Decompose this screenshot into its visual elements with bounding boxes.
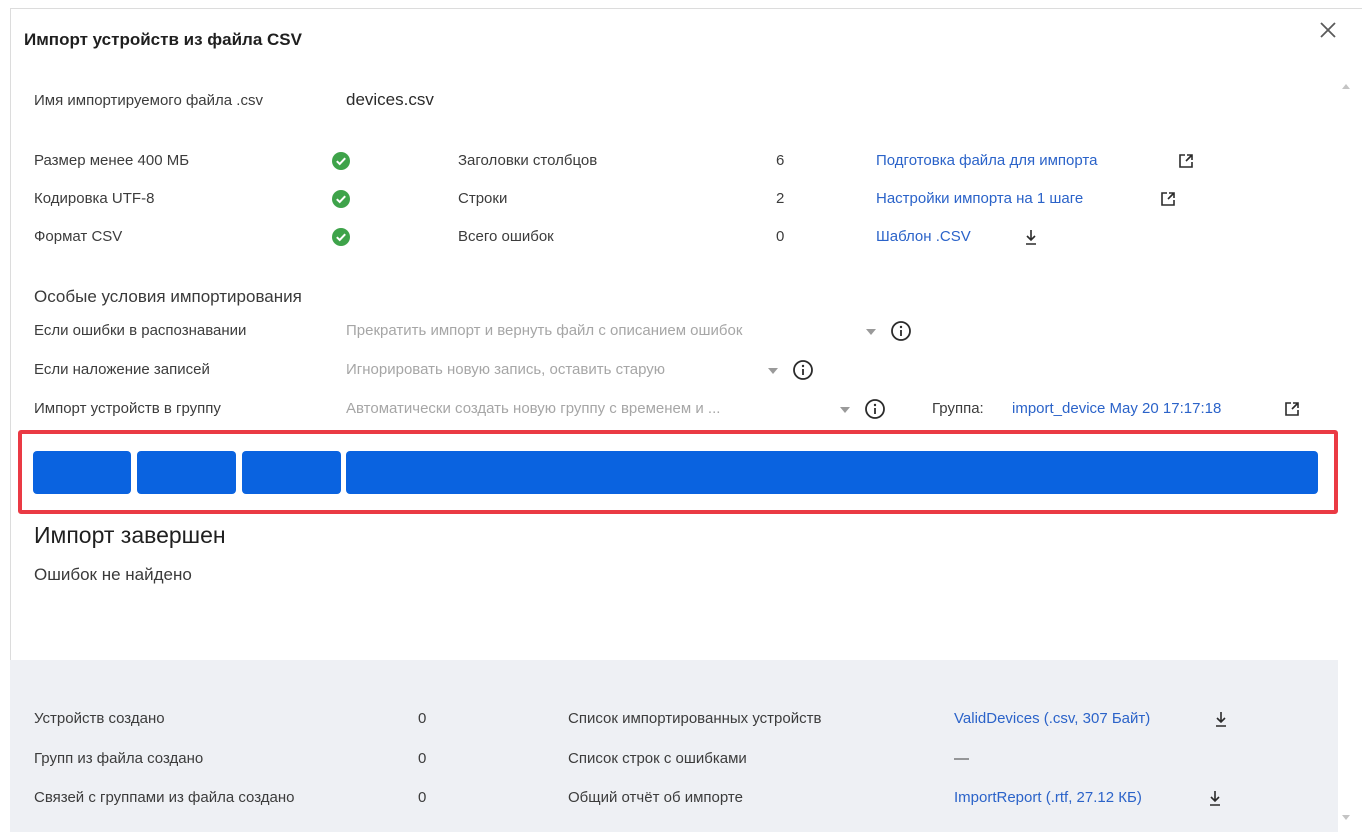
- chevron-down-icon[interactable]: [768, 368, 778, 374]
- condition-select-recognition[interactable]: Прекратить импорт и вернуть файл с описа…: [346, 322, 742, 339]
- progress-segment: [137, 451, 236, 494]
- check-circle-icon: [332, 228, 350, 246]
- check-label-encoding: Кодировка UTF-8: [34, 190, 155, 207]
- conditions-heading: Особые условия импортирования: [34, 287, 302, 306]
- stat-label-errors: Всего ошибок: [458, 228, 554, 245]
- link-import-settings[interactable]: Настройки импорта на 1 шаге: [876, 190, 1083, 207]
- summary-count-value-links: 0: [418, 789, 427, 806]
- file-name-value: devices.csv: [346, 90, 434, 109]
- check-circle-icon: [332, 152, 350, 170]
- dialog-title: Импорт устройств из файла CSV: [24, 30, 302, 49]
- close-icon[interactable]: [1316, 18, 1340, 42]
- stat-value-errors: 0: [776, 228, 785, 245]
- file-name-label: Имя импортируемого файла .csv: [34, 92, 263, 109]
- stat-label-rows: Строки: [458, 190, 508, 207]
- summary-count-value-groups: 0: [418, 750, 427, 767]
- group-link[interactable]: import_device May 20 17:17:18: [1012, 400, 1221, 417]
- summary-count-label-devices: Устройств создано: [34, 710, 165, 727]
- summary-file-label-report: Общий отчёт об импорте: [568, 789, 743, 806]
- download-icon[interactable]: [1208, 790, 1222, 807]
- condition-select-overlap[interactable]: Игнорировать новую запись, оставить стар…: [346, 361, 665, 378]
- stat-value-headers: 6: [776, 152, 785, 169]
- error-rows-value: —: [954, 750, 969, 767]
- link-csv-template[interactable]: Шаблон .CSV: [876, 228, 971, 245]
- summary-file-label-errors: Список строк с ошибками: [568, 750, 747, 767]
- progress-segment: [242, 451, 341, 494]
- summary-footer: [10, 660, 1338, 832]
- summary-file-label-valid: Список импортированных устройств: [568, 710, 822, 727]
- info-icon[interactable]: [792, 359, 814, 381]
- check-label-size: Размер менее 400 МБ: [34, 152, 190, 169]
- import-report-link[interactable]: ImportReport (.rtf, 27.12 КБ): [954, 789, 1142, 806]
- stat-value-rows: 2: [776, 190, 785, 207]
- download-icon[interactable]: [1024, 229, 1038, 246]
- stat-label-headers: Заголовки столбцов: [458, 152, 598, 169]
- download-icon[interactable]: [1214, 711, 1228, 728]
- summary-count-label-links: Связей с группами из файла создано: [34, 789, 295, 806]
- chevron-down-icon[interactable]: [866, 329, 876, 335]
- valid-devices-link[interactable]: ValidDevices (.csv, 307 Байт): [954, 710, 1150, 727]
- scrollbar[interactable]: [1338, 80, 1352, 824]
- link-prepare-file[interactable]: Подготовка файла для импорта: [876, 152, 1097, 169]
- condition-select-group[interactable]: Автоматически создать новую группу с вре…: [346, 400, 720, 417]
- info-icon[interactable]: [890, 320, 912, 342]
- scroll-down-arrow-icon[interactable]: [1342, 815, 1350, 820]
- external-link-icon[interactable]: [1178, 153, 1194, 169]
- chevron-down-icon[interactable]: [840, 407, 850, 413]
- external-link-icon[interactable]: [1160, 191, 1176, 207]
- summary-count-value-devices: 0: [418, 710, 427, 727]
- scroll-up-arrow-icon[interactable]: [1342, 84, 1350, 89]
- check-circle-icon: [332, 190, 350, 208]
- check-label-format: Формат CSV: [34, 228, 123, 245]
- info-icon[interactable]: [864, 398, 886, 420]
- progress-segment: [33, 451, 131, 494]
- progress-segment: [346, 451, 1318, 494]
- external-link-icon[interactable]: [1284, 401, 1300, 417]
- condition-label-overlap: Если наложение записей: [34, 361, 210, 378]
- condition-label-group: Импорт устройств в группу: [34, 400, 221, 417]
- condition-label-recognition: Если ошибки в распознавании: [34, 322, 247, 339]
- result-subtitle: Ошибок не найдено: [34, 565, 192, 584]
- group-label: Группа:: [932, 400, 984, 417]
- result-title: Импорт завершен: [34, 522, 226, 548]
- summary-count-label-groups: Групп из файла создано: [34, 750, 204, 767]
